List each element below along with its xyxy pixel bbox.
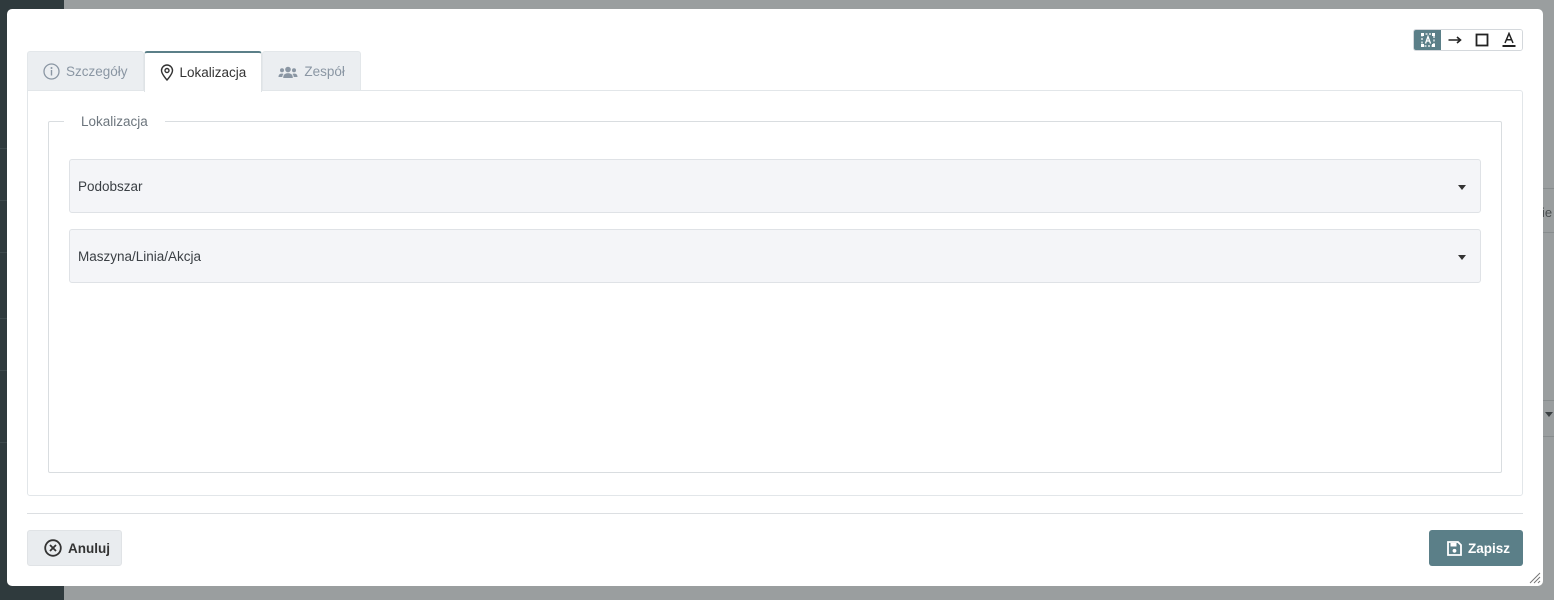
text-select-tool-button[interactable]	[1414, 30, 1441, 50]
map-marker-icon	[160, 64, 173, 81]
tab-team[interactable]: Zespół	[262, 51, 361, 91]
annotation-toolbar	[1413, 29, 1523, 51]
text-select-icon	[1420, 33, 1435, 47]
tab-details[interactable]: Szczegóły	[27, 51, 144, 91]
cancel-button-label: Anuluj	[68, 540, 110, 556]
users-icon	[278, 66, 298, 78]
location-modal: Szczegóły Lokalizacja Zespół Lokalizacja	[7, 9, 1543, 586]
background-caret	[1545, 412, 1553, 417]
machine-line-action-select[interactable]: Maszyna/Linia/Akcja	[69, 229, 1481, 283]
save-icon	[1447, 540, 1462, 556]
info-circle-icon	[43, 63, 60, 80]
background-text: ie	[1542, 205, 1553, 220]
location-fieldset: Lokalizacja Podobszar Maszyna/Linia/Akcj…	[48, 114, 1502, 473]
tab-team-label: Zespół	[304, 64, 345, 79]
square-icon	[1475, 33, 1488, 47]
close-circle-icon	[44, 539, 62, 557]
arrow-right-icon	[1448, 36, 1462, 44]
tab-panel-location: Lokalizacja Podobszar Maszyna/Linia/Akcj…	[27, 90, 1523, 496]
machine-select-placeholder: Maszyna/Linia/Akcja	[78, 248, 202, 264]
tab-location-label: Lokalizacja	[179, 65, 247, 80]
resize-grip-icon[interactable]	[1529, 572, 1541, 584]
chevron-down-icon	[1458, 255, 1466, 260]
text-color-tool-button[interactable]	[1495, 30, 1522, 50]
footer-divider	[27, 513, 1523, 514]
cancel-button[interactable]: Anuluj	[27, 530, 122, 566]
rectangle-tool-button[interactable]	[1468, 30, 1495, 50]
text-color-icon	[1502, 32, 1515, 47]
chevron-down-icon	[1458, 185, 1466, 190]
tab-details-label: Szczegóły	[66, 64, 128, 79]
modal-tabs: Szczegóły Lokalizacja Zespół	[27, 51, 361, 92]
save-button[interactable]: Zapisz	[1429, 530, 1523, 566]
subarea-select[interactable]: Podobszar	[69, 159, 1481, 213]
save-button-label: Zapisz	[1468, 540, 1511, 556]
subarea-select-placeholder: Podobszar	[78, 178, 143, 194]
arrow-tool-button[interactable]	[1441, 30, 1468, 50]
tab-location[interactable]: Lokalizacja	[143, 51, 263, 92]
location-legend: Lokalizacja	[81, 114, 148, 129]
